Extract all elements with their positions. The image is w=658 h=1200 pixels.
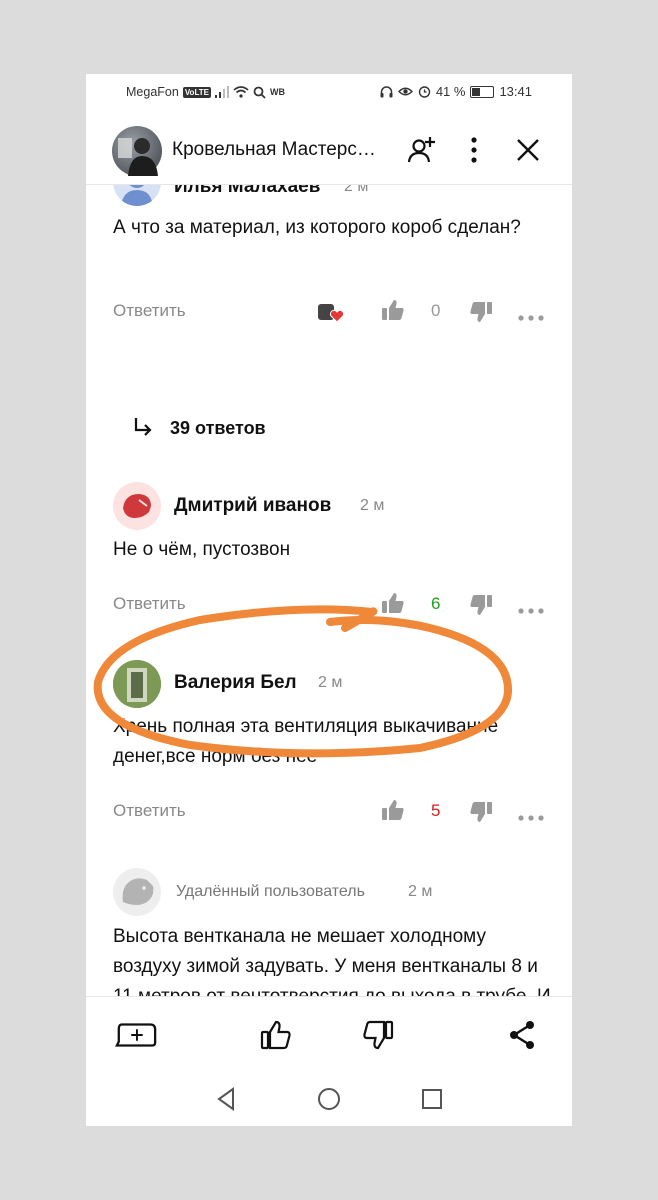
comment-more-button[interactable] — [518, 808, 544, 826]
replies-arrow-icon — [134, 418, 152, 436]
phone-screen: MegaFon VoLTE WB 41 % 13:41 Кровельная М… — [86, 74, 572, 1126]
headset-icon — [380, 85, 393, 97]
clock: 13:41 — [499, 84, 532, 99]
reply-button[interactable]: Ответить — [113, 301, 186, 321]
recents-icon — [422, 1089, 442, 1109]
wb-label: WB — [269, 87, 285, 97]
volte-badge: VoLTE — [182, 86, 211, 98]
like-button[interactable] — [381, 298, 405, 327]
channel-avatar[interactable] — [112, 126, 162, 176]
thumbs-up-icon — [382, 800, 404, 820]
author-liked-icon — [318, 304, 345, 323]
nav-recents-button[interactable] — [417, 1084, 447, 1114]
comment-actions: Ответить 5 — [113, 796, 548, 826]
thumbs-up-icon — [382, 593, 404, 613]
like-icon — [260, 1020, 291, 1050]
dislike-button[interactable] — [469, 800, 493, 829]
more-horizontal-icon — [518, 315, 544, 321]
add-comment-icon — [115, 1023, 157, 1047]
dislike-button[interactable] — [469, 593, 493, 622]
search-status-icon — [253, 86, 266, 99]
thumbs-up-icon — [382, 300, 404, 320]
comment-avatar — [113, 868, 161, 916]
comment-more-button[interactable] — [518, 308, 544, 326]
comment-time: 2 м — [318, 674, 343, 691]
system-nav-bar — [86, 1072, 572, 1126]
reply-button[interactable]: Ответить — [113, 801, 186, 821]
subscribe-icon — [407, 137, 435, 163]
subscribe-button[interactable] — [404, 132, 440, 168]
share-button[interactable] — [500, 1017, 544, 1053]
dislike-icon — [363, 1020, 394, 1050]
more-horizontal-icon — [518, 608, 544, 614]
post-like-button[interactable] — [254, 1017, 298, 1053]
dislike-button[interactable] — [469, 300, 493, 329]
battery-level-fill — [472, 87, 481, 96]
nav-back-button[interactable] — [211, 1084, 241, 1114]
reply-button[interactable]: Ответить — [113, 594, 186, 614]
comment-text: Не о чём, пустозвон — [113, 539, 291, 560]
comment-author[interactable]: Илья Малахаев — [174, 184, 320, 198]
comment-avatar[interactable] — [113, 184, 161, 206]
more-horizontal-icon — [518, 815, 544, 821]
more-vertical-icon — [471, 137, 477, 163]
battery-percent: 41 % — [435, 84, 466, 99]
carrier-label: MegaFon — [126, 85, 179, 99]
comment-actions: Ответить 0 — [113, 296, 548, 326]
thumbs-down-icon — [470, 302, 492, 322]
share-icon — [510, 1021, 534, 1049]
comments-list[interactable]: Илья Малахаев 2 м А что за материал, из … — [86, 184, 572, 996]
add-comment-button[interactable] — [114, 1017, 158, 1053]
like-count: 0 — [431, 301, 441, 320]
channel-title[interactable]: Кровельная Мастерс… — [172, 139, 382, 161]
comment-time: 2 м — [408, 883, 433, 900]
like-count: 5 — [431, 801, 441, 820]
comment-text: Высота вентканала не мешает холодному во… — [113, 926, 551, 996]
post-dislike-button[interactable] — [356, 1017, 400, 1053]
battery-icon — [470, 85, 495, 98]
eye-icon — [397, 87, 413, 96]
show-replies-link[interactable]: 39 ответов — [170, 418, 266, 439]
comment-time: 2 м — [360, 497, 385, 514]
channel-header: Кровельная Мастерс… — [86, 118, 572, 185]
comment-more-button[interactable] — [518, 601, 544, 619]
comment-avatar[interactable] — [113, 482, 161, 530]
comment-author[interactable]: Валерия Бел — [174, 672, 297, 694]
thumbs-down-icon — [470, 595, 492, 615]
comment-author: Удалённый пользователь — [176, 883, 365, 900]
comment-time: 2 м — [344, 184, 369, 195]
more-options-button[interactable] — [456, 132, 492, 168]
wifi-icon — [233, 86, 249, 98]
bottom-action-bar — [86, 996, 572, 1073]
back-icon — [217, 1087, 234, 1111]
comment-actions: Ответить 6 — [113, 589, 548, 619]
comment-avatar[interactable] — [113, 660, 161, 708]
like-count: 6 — [431, 594, 441, 613]
status-bar: MegaFon VoLTE WB 41 % 13:41 — [86, 74, 572, 110]
comment-author[interactable]: Дмитрий иванов — [174, 495, 331, 517]
like-button[interactable] — [381, 591, 405, 620]
home-icon — [318, 1088, 340, 1110]
like-button[interactable] — [381, 798, 405, 827]
nav-home-button[interactable] — [314, 1084, 344, 1114]
close-button[interactable] — [510, 132, 546, 168]
signal-icon — [214, 86, 229, 98]
close-icon — [517, 139, 539, 161]
thumbs-down-icon — [470, 802, 492, 822]
comment-text: Хрень полная эта вентиляция выкачивание … — [113, 716, 499, 767]
comment-text: А что за материал, из которого короб сде… — [113, 217, 521, 238]
author-heart-badge — [318, 302, 346, 329]
alarm-icon — [418, 86, 431, 98]
